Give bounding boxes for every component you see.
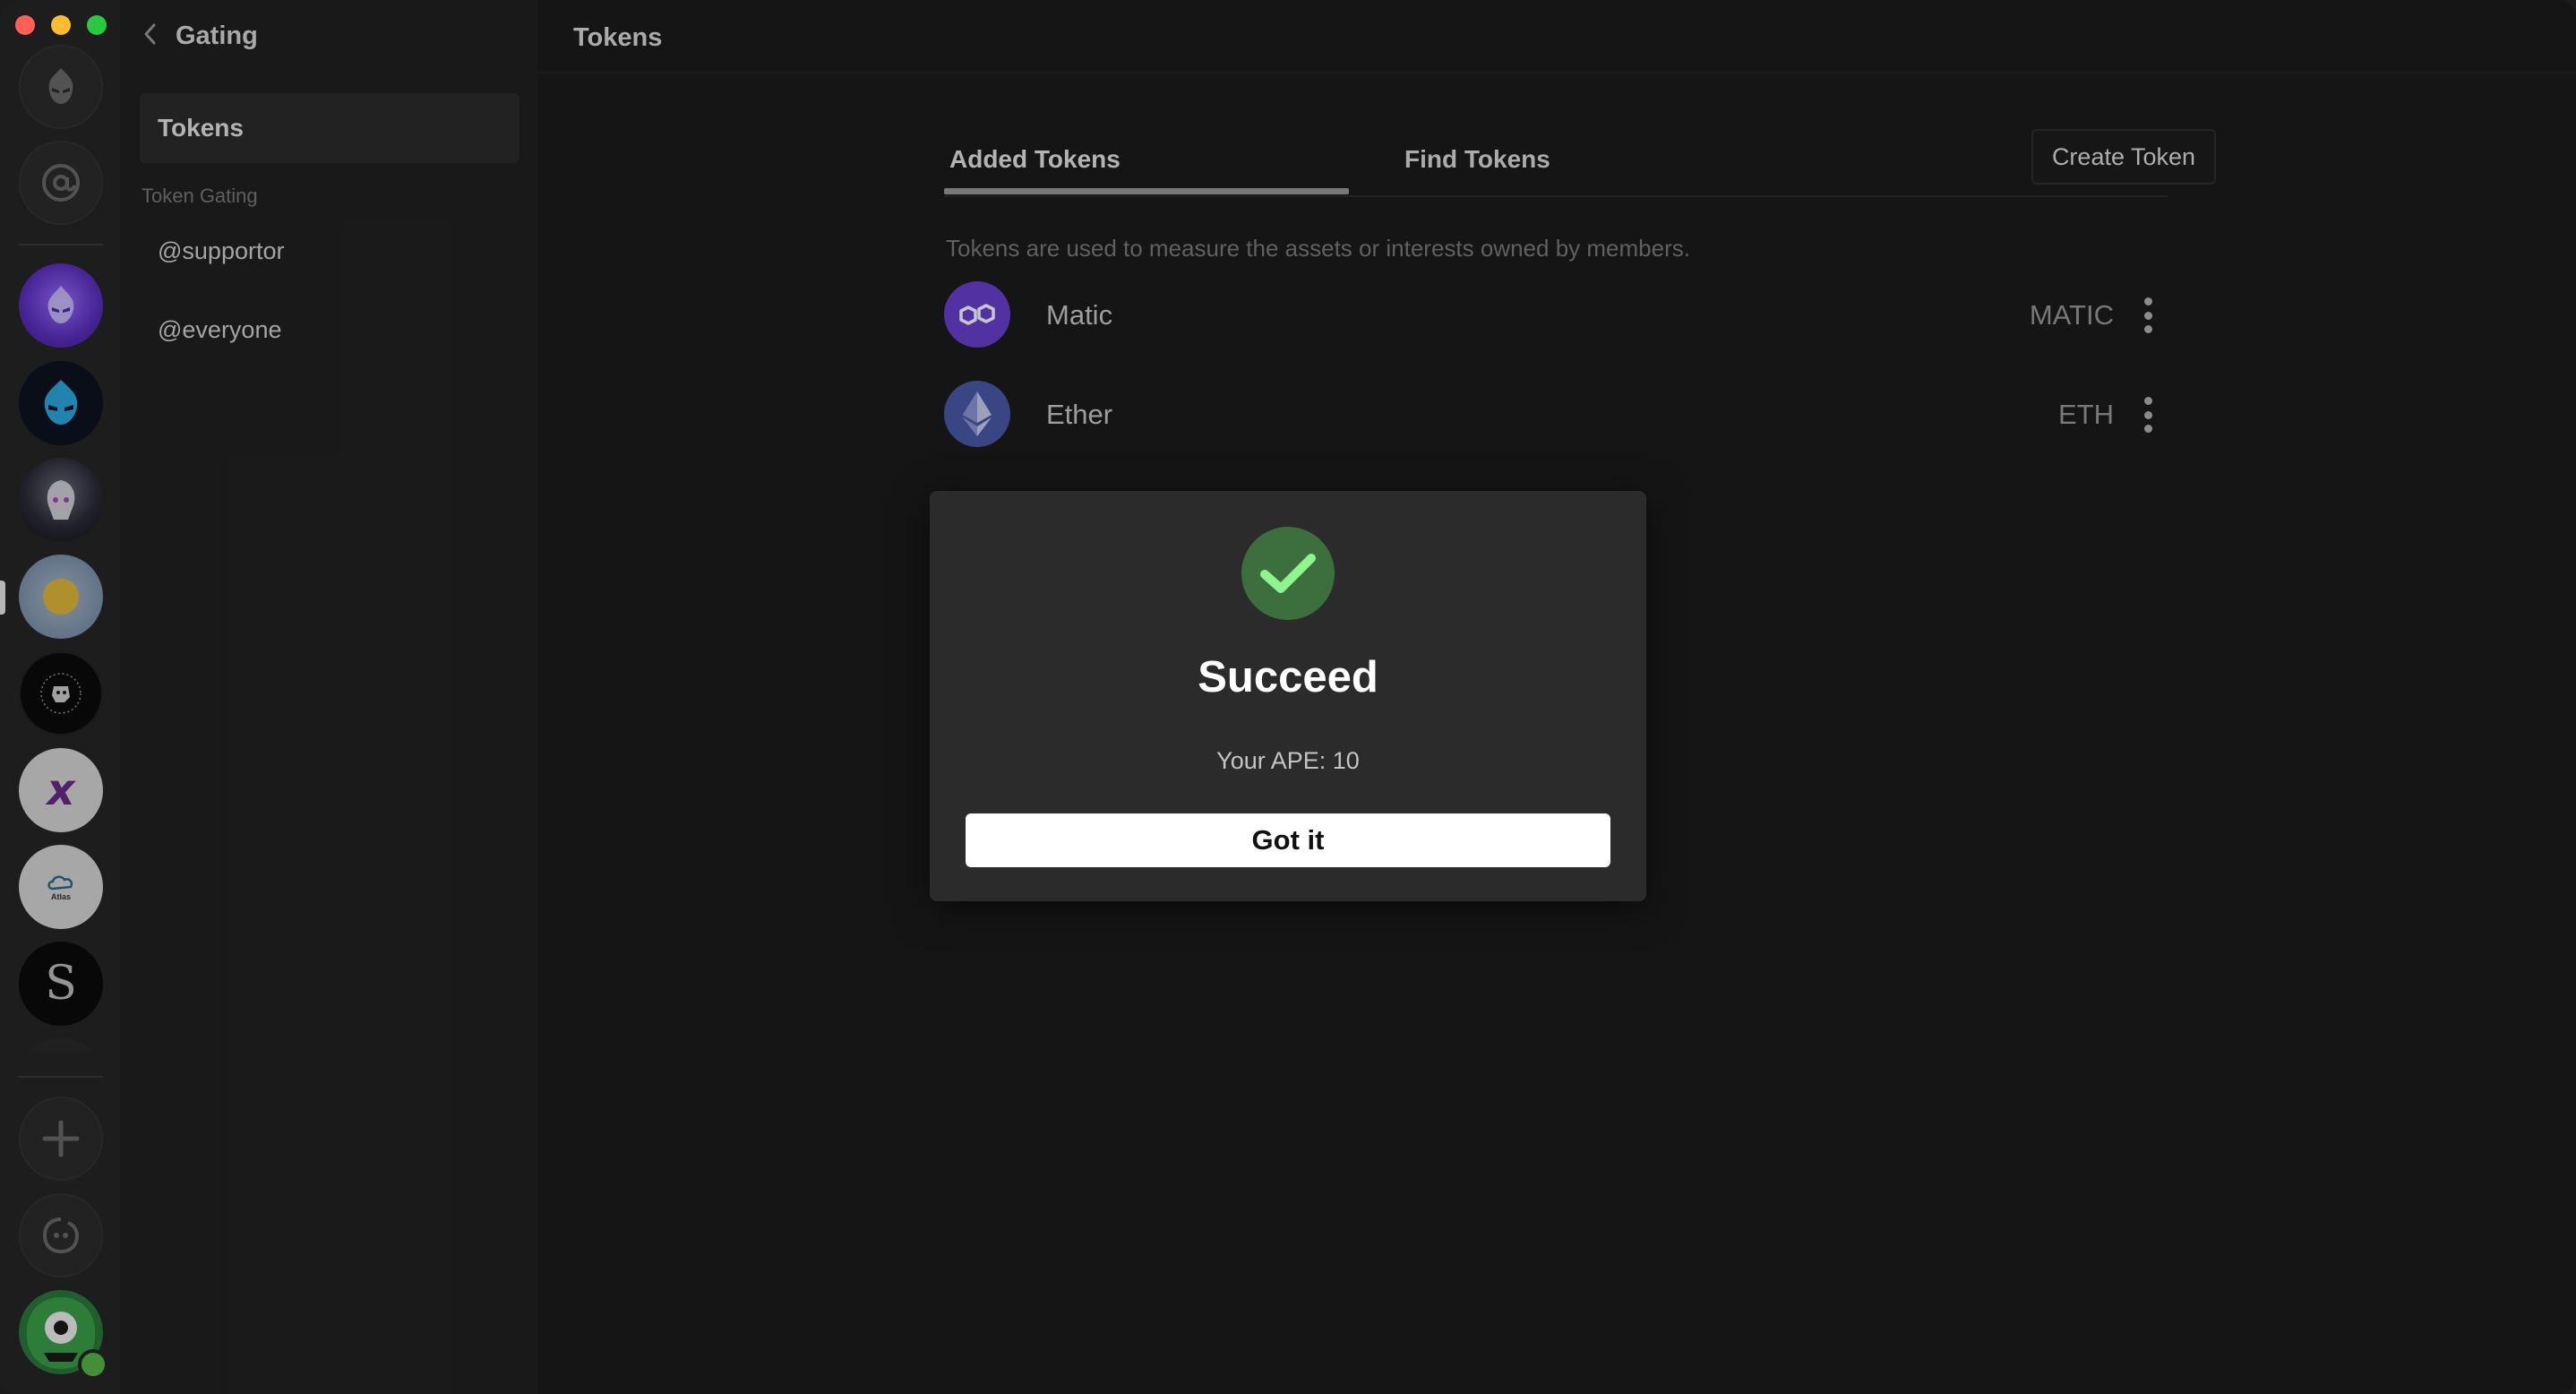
maximize-window-button[interactable] xyxy=(87,15,107,35)
window-controls xyxy=(15,15,107,35)
minimize-window-button[interactable] xyxy=(51,15,71,35)
dialog-message: Your APE: 10 xyxy=(1216,747,1360,774)
got-it-button[interactable]: Got it xyxy=(966,813,1610,867)
close-window-button[interactable] xyxy=(15,15,35,35)
check-icon xyxy=(1241,527,1335,620)
success-dialog: Succeed Your APE: 10 Got it xyxy=(930,491,1646,901)
dialog-title: Succeed xyxy=(1198,653,1378,701)
app-window: x Atlas S Gating Tokens Token Gating @su… xyxy=(0,0,2576,1394)
